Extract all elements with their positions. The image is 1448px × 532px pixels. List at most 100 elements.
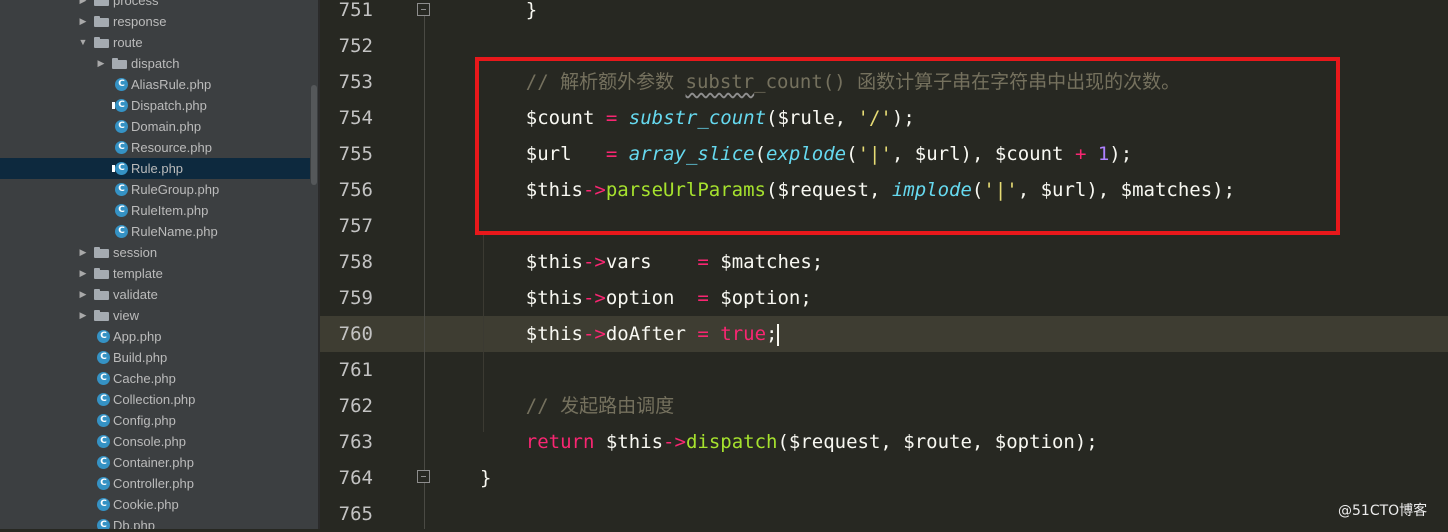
- tree-folder-session[interactable]: ▶ session: [0, 242, 310, 263]
- indent-guide: [483, 232, 484, 432]
- code-line[interactable]: 758 $this->vars = $matches;: [320, 244, 1448, 280]
- sidebar-scrollbar[interactable]: [310, 0, 318, 529]
- code-line[interactable]: 762 // 发起路由调度: [320, 388, 1448, 424]
- code-text: // 发起路由调度: [480, 388, 674, 424]
- line-number: 765: [338, 503, 373, 525]
- tree-folder-route[interactable]: ▼ route: [0, 32, 310, 53]
- line-number: 752: [338, 35, 373, 57]
- sidebar-scrollbar-thumb[interactable]: [311, 85, 317, 185]
- folder-icon: [94, 268, 109, 279]
- tree-file-Config[interactable]: C Config.php: [0, 410, 310, 431]
- project-tree-panel: ▶ process ▶ response ▼ route ▶ dispatch C AliasRu…: [0, 0, 320, 529]
- tree-file-Cache[interactable]: C Cache.php: [0, 368, 310, 389]
- tree-item-label: response: [113, 14, 167, 29]
- highlight-annotation-box: [475, 57, 1340, 235]
- tree-file-Resource[interactable]: C Resource.php: [0, 137, 310, 158]
- tree-item-label: Domain.php: [131, 119, 202, 134]
- tree-file-App[interactable]: C App.php: [0, 326, 310, 347]
- tree-item-label: Build.php: [113, 350, 168, 365]
- code-line[interactable]: 760 $this->doAfter = true;: [320, 316, 1448, 352]
- tree-file-RuleGroup[interactable]: C RuleGroup.php: [0, 179, 310, 200]
- chevron-right-icon[interactable]: ▶: [78, 0, 88, 11]
- tree-file-Build[interactable]: C Build.php: [0, 347, 310, 368]
- php-class-icon: C: [112, 162, 128, 175]
- tree-file-RuleItem[interactable]: C RuleItem.php: [0, 200, 310, 221]
- tree-file-Dispatch[interactable]: C Dispatch.php: [0, 95, 310, 116]
- tree-file-Console[interactable]: C Console.php: [0, 431, 310, 452]
- code-token: =: [697, 323, 709, 345]
- tree-item-label: Rule.php: [131, 161, 184, 176]
- chevron-down-icon[interactable]: ▼: [78, 32, 88, 53]
- tree-file-Domain[interactable]: C Domain.php: [0, 116, 310, 137]
- tree-item-label: dispatch: [131, 56, 180, 71]
- tree-file-Rule[interactable]: C Rule.php: [0, 158, 310, 179]
- tree-folder-response[interactable]: ▶ response: [0, 11, 310, 32]
- php-class-icon: C: [115, 204, 128, 217]
- tree-file-Db[interactable]: C Db.php: [0, 515, 310, 529]
- chevron-right-icon[interactable]: ▶: [78, 284, 88, 305]
- tree-folder-template[interactable]: ▶ template: [0, 263, 310, 284]
- line-number: 763: [338, 431, 373, 453]
- line-number: 751: [338, 0, 373, 21]
- code-token: ;: [766, 323, 778, 345]
- php-class-icon: C: [115, 120, 128, 133]
- code-text: $this->option = $option;: [480, 280, 812, 316]
- code-token: ->: [582, 323, 606, 345]
- tree-item-label: validate: [113, 287, 158, 302]
- tree-item-label: Config.php: [113, 413, 176, 428]
- tree-folder-view[interactable]: ▶ view: [0, 305, 310, 326]
- tree-folder-process[interactable]: ▶ process: [0, 0, 310, 11]
- tree-file-Cookie[interactable]: C Cookie.php: [0, 494, 310, 515]
- tree-item-label: Dispatch.php: [131, 98, 207, 113]
- code-line[interactable]: 761: [320, 352, 1448, 388]
- tree-file-RuleName[interactable]: C RuleName.php: [0, 221, 310, 242]
- tree-item-label: RuleGroup.php: [131, 182, 220, 197]
- line-number: 758: [338, 251, 373, 273]
- tree-file-Controller[interactable]: C Controller.php: [0, 473, 310, 494]
- fold-end-icon[interactable]: [417, 3, 430, 16]
- tree-item-label: Db.php: [113, 518, 155, 529]
- folder-icon: [94, 310, 109, 321]
- tree-item-label: App.php: [113, 329, 162, 344]
- code-text: }: [480, 0, 537, 28]
- tree-file-AliasRule[interactable]: C AliasRule.php: [0, 74, 310, 95]
- php-class-icon: C: [97, 498, 110, 511]
- folder-icon: [94, 247, 109, 258]
- code-line[interactable]: 765: [320, 496, 1448, 532]
- tree-file-Container[interactable]: C Container.php: [0, 452, 310, 473]
- code-line[interactable]: 764}: [320, 460, 1448, 496]
- tree-item-label: Console.php: [113, 434, 186, 449]
- php-class-icon: C: [115, 78, 128, 91]
- php-class-icon: C: [97, 351, 110, 364]
- tree-item-label: Container.php: [113, 455, 194, 470]
- code-token: return: [525, 431, 595, 453]
- code-line[interactable]: 763 return $this->dispatch($request, $ro…: [320, 424, 1448, 460]
- code-text: $this->doAfter = true;: [480, 316, 780, 352]
- code-line[interactable]: 751 }: [320, 0, 1448, 28]
- code-token: ($request, $route, $option);: [777, 431, 1098, 453]
- line-number: 754: [338, 107, 373, 129]
- chevron-right-icon[interactable]: ▶: [78, 305, 88, 326]
- fold-end-icon[interactable]: [417, 470, 430, 483]
- chevron-right-icon[interactable]: ▶: [78, 242, 88, 263]
- code-token: $this: [480, 323, 583, 345]
- code-token: doAfter: [605, 323, 698, 345]
- code-token: $this: [480, 287, 583, 309]
- folder-icon: [94, 289, 109, 300]
- code-token: }: [480, 0, 538, 21]
- chevron-right-icon[interactable]: ▶: [78, 263, 88, 284]
- php-class-icon: C: [97, 393, 110, 406]
- line-number: 755: [338, 143, 373, 165]
- tree-folder-dispatch[interactable]: ▶ dispatch: [0, 53, 310, 74]
- chevron-right-icon[interactable]: ▶: [78, 11, 88, 32]
- code-text: }: [480, 460, 491, 496]
- tree-file-Collection[interactable]: C Collection.php: [0, 389, 310, 410]
- tree-item-label: template: [113, 266, 163, 281]
- tree-folder-validate[interactable]: ▶ validate: [0, 284, 310, 305]
- chevron-right-icon[interactable]: ▶: [96, 53, 106, 74]
- code-line[interactable]: 759 $this->option = $option;: [320, 280, 1448, 316]
- project-tree: ▶ process ▶ response ▼ route ▶ dispatch C AliasRu…: [0, 0, 310, 529]
